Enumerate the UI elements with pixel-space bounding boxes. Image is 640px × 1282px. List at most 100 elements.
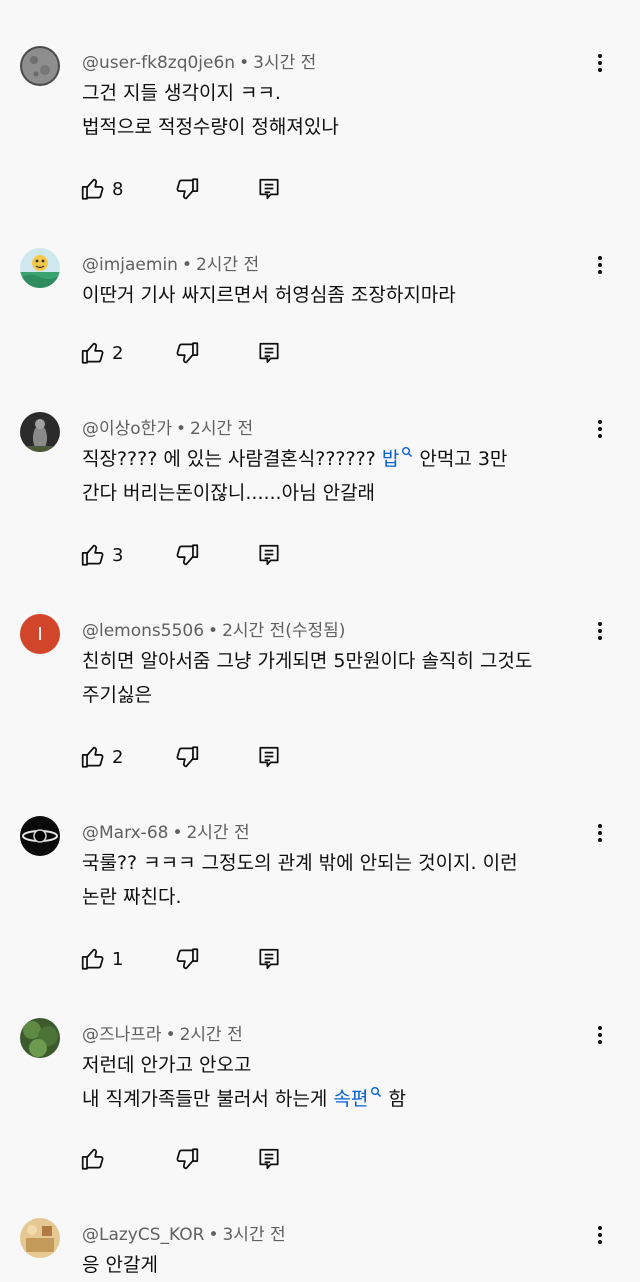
dislike-button[interactable] [174,1144,200,1174]
timestamp: 2시간 전 [195,255,260,275]
reply-button[interactable] [256,944,282,974]
comment-meta: @imjaemin • 2시간 전 [82,255,260,275]
search-link[interactable]: 속편 [333,1088,382,1110]
like-button[interactable]: 8 [80,174,123,204]
thumbs-down-icon [174,744,200,770]
more-options-button[interactable] [588,820,612,846]
comment-text: 친히면 알아서줌 그냥 가게되면 5만원이다 솔직히 그것도 주기싫은 [82,644,602,712]
comment-line: 응 안갈게 [82,1254,158,1276]
like-button[interactable]: 2 [80,742,123,772]
thumbs-up-icon [80,946,106,972]
thumbs-up-icon [80,744,106,770]
thumbs-down-icon [174,542,200,568]
author-name[interactable]: @LazyCS_KOR [82,1225,204,1245]
timestamp: 2시간 전 [190,419,254,439]
comment-meta: @즈나프라 • 2시간 전 [82,1025,243,1045]
search-link[interactable]: 밥 [382,448,413,470]
author-name[interactable]: @imjaemin [82,255,178,275]
avatar[interactable] [20,46,60,86]
more-vertical-icon [588,1023,612,1047]
reply-icon [256,744,282,770]
timestamp: 3시간 전 [222,1225,286,1245]
dislike-button[interactable] [174,174,200,204]
comment-line: 친히면 알아서줌 그냥 가게되면 5만원이다 솔직히 그것도 [82,650,533,672]
timestamp: 2시간 전(수정됨) [222,621,346,641]
reply-icon [256,176,282,202]
comment-line-part: 내 직계가족들만 불러서 하는게 [82,1088,328,1110]
reply-icon [256,1146,282,1172]
avatar[interactable] [20,1018,60,1058]
more-options-button[interactable] [588,1022,612,1048]
comment-line: 그건 지들 생각이지 ㅋㅋ. [82,82,281,104]
reply-button[interactable] [256,540,282,570]
like-button[interactable]: 2 [80,338,123,368]
comment-meta: @lemons5506 • 2시간 전(수정됨) [82,621,346,641]
reply-icon [256,946,282,972]
comment-text: 저런데 안가고 안오고 내 직계가족들만 불러서 하는게 속편 함 [82,1048,602,1116]
more-vertical-icon [588,253,612,277]
author-name[interactable]: @즈나프라 [82,1025,162,1045]
like-count: 8 [112,178,124,200]
comment-meta: @이상o한가 • 2시간 전 [82,419,254,439]
author-name[interactable]: @Marx-68 [82,823,168,843]
more-vertical-icon [588,51,612,75]
search-link-text: 속편 [333,1088,369,1110]
avatar[interactable] [20,816,60,856]
more-options-button[interactable] [588,618,612,644]
comment-line: 이딴거 기사 싸지르면서 허영심좀 조장하지마라 [82,284,456,306]
reply-button[interactable] [256,742,282,772]
like-count: 1 [112,948,124,970]
more-vertical-icon [588,821,612,845]
comment-line-part: 직장???? 에 있는 사람결혼식?????? [82,448,376,470]
avatar[interactable]: I [20,614,60,654]
comment-meta: @LazyCS_KOR • 3시간 전 [82,1225,286,1245]
comment-line: 직장???? 에 있는 사람결혼식?????? 밥 안먹고 3만 [82,442,602,476]
reply-button[interactable] [256,174,282,204]
more-options-button[interactable] [588,252,612,278]
comment-line-part: 안먹고 3만 [419,448,508,470]
dislike-button[interactable] [174,742,200,772]
timestamp: 2시간 전 [179,1025,243,1045]
reply-button[interactable] [256,1144,282,1174]
comment-line-part: 함 [388,1088,406,1110]
comment-text: 이딴거 기사 싸지르면서 허영심좀 조장하지마라 [82,278,602,312]
avatar[interactable] [20,1218,60,1258]
more-vertical-icon [588,619,612,643]
thumbs-down-icon [174,1146,200,1172]
comment-meta: @Marx-68 • 2시간 전 [82,823,250,843]
comment-line: 법적으로 적정수량이 정해져있나 [82,116,339,138]
like-count: 2 [112,746,124,768]
avatar[interactable] [20,248,60,288]
comment-line: 내 직계가족들만 불러서 하는게 속편 함 [82,1082,602,1116]
comment-text: 그건 지들 생각이지 ㅋㅋ. 법적으로 적정수량이 정해져있나 [82,76,602,144]
author-name[interactable]: @user-fk8zq0je6n [82,53,235,73]
avatar-letter: I [37,623,43,645]
more-vertical-icon [588,417,612,441]
like-count: 3 [112,544,124,566]
thumbs-up-icon [80,1146,106,1172]
search-link-text: 밥 [381,448,400,470]
author-name[interactable]: @이상o한가 [82,419,172,439]
more-options-button[interactable] [588,50,612,76]
like-button[interactable]: 3 [80,540,123,570]
like-button[interactable]: 1 [80,944,123,974]
timestamp: 2시간 전 [186,823,250,843]
comment-line: 국룰?? ㅋㅋㅋ 그정도의 관계 밖에 안되는 것이지. 이런 [82,852,518,874]
reply-button[interactable] [256,338,282,368]
dislike-button[interactable] [174,338,200,368]
thumbs-up-icon [80,340,106,366]
dislike-button[interactable] [174,944,200,974]
more-options-button[interactable] [588,1222,612,1248]
more-options-button[interactable] [588,416,612,442]
thumbs-up-icon [80,542,106,568]
comment-line: 주기싫은 [82,684,152,706]
avatar[interactable] [20,412,60,452]
like-button[interactable] [80,1144,106,1174]
more-vertical-icon [588,1223,612,1247]
comment-line: 저런데 안가고 안오고 [82,1054,252,1076]
comment-text: 직장???? 에 있는 사람결혼식?????? 밥 안먹고 3만 간다 버리는돈… [82,442,602,510]
dislike-button[interactable] [174,540,200,570]
thumbs-down-icon [174,946,200,972]
author-name[interactable]: @lemons5506 [82,621,204,641]
thumbs-up-icon [80,176,106,202]
